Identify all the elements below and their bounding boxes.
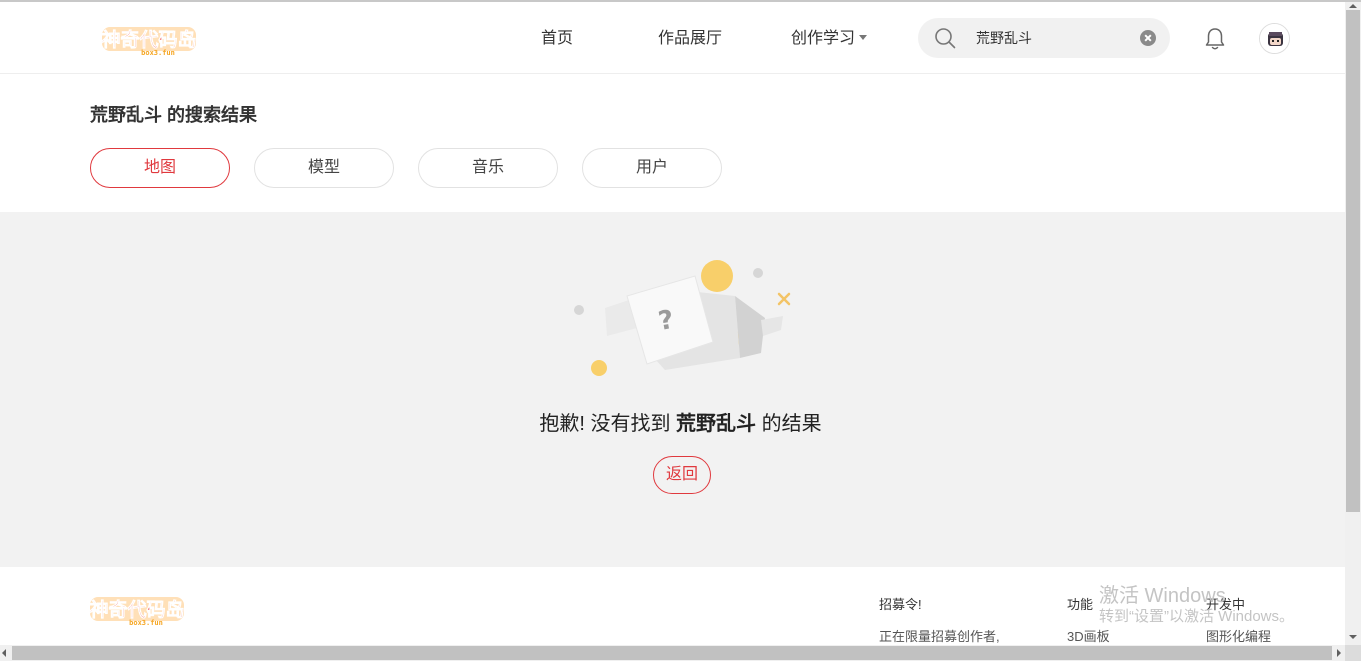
nav-home-label: 首页 [541, 30, 574, 47]
site-logo[interactable]: 神奇代码岛 box3.fun [100, 22, 200, 58]
horizontal-scroll-thumb[interactable] [12, 646, 1332, 660]
footer-recruit-title: 招募令! [879, 597, 922, 612]
footer-dev-item[interactable]: 图形化编程 [1206, 626, 1271, 645]
avatar-image [1260, 24, 1289, 53]
scroll-down-arrow-icon[interactable] [1349, 635, 1357, 639]
caret-down-icon [859, 35, 868, 40]
back-button[interactable]: 返回 [653, 456, 711, 494]
logo-sub: box3.fun [141, 49, 175, 57]
tab-users[interactable]: 用户 [582, 148, 722, 188]
top-header: 神奇代码岛 box3.fun 首页 作品展厅 创作学习 [0, 2, 1345, 74]
empty-box-illustration: ? [574, 260, 791, 376]
vertical-scrollbar[interactable] [1345, 2, 1361, 645]
nav-learn-label: 创作学习 [791, 30, 856, 47]
footer-logo-sub: box3.fun [129, 619, 163, 627]
footer-recruit-text[interactable]: 正在限量招募创作者, [879, 626, 1000, 645]
logo-text: 神奇代码岛 [101, 28, 196, 51]
footer-features-title: 功能 [1067, 597, 1094, 612]
empty-state: ? 抱歉! 没有找到 荒野乱斗 的结果 返回 [0, 212, 1345, 567]
vertical-scroll-thumb[interactable] [1346, 10, 1360, 512]
notification-bell-icon[interactable] [1203, 26, 1227, 52]
empty-message: 抱歉! 没有找到 荒野乱斗 的结果 [0, 407, 1361, 436]
footer-logo-text: 神奇代码岛 [89, 598, 184, 621]
windows-watermark-text: 转到“设置”以激活 Windows。 [1099, 608, 1295, 625]
nav-home[interactable]: 首页 [541, 24, 573, 48]
scrollbar-corner [1345, 645, 1361, 661]
user-avatar[interactable] [1259, 23, 1290, 54]
result-title-suffix: 的搜索结果 [162, 105, 258, 125]
horizontal-scrollbar[interactable] [0, 645, 1345, 661]
scroll-left-arrow-icon[interactable] [2, 649, 6, 657]
tab-music[interactable]: 音乐 [418, 148, 558, 188]
search-box[interactable] [918, 18, 1170, 58]
empty-msg-suffix: 的结果 [756, 413, 822, 435]
windows-watermark-title: 激活 Windows [1099, 585, 1226, 607]
search-result-title: 荒野乱斗 的搜索结果 [90, 101, 257, 127]
clear-search-icon[interactable] [1140, 30, 1156, 46]
empty-msg-prefix: 抱歉! 没有找到 [539, 413, 677, 435]
search-input[interactable] [976, 26, 1126, 50]
empty-msg-keyword: 荒野乱斗 [676, 413, 757, 435]
tab-maps[interactable]: 地图 [90, 148, 230, 188]
search-icon[interactable] [934, 27, 956, 49]
scroll-right-arrow-icon[interactable] [1337, 649, 1341, 657]
tab-models[interactable]: 模型 [254, 148, 394, 188]
result-keyword: 荒野乱斗 [90, 105, 162, 125]
nav-gallery-label: 作品展厅 [658, 30, 723, 47]
scroll-up-arrow-icon[interactable] [1349, 4, 1357, 8]
footer-features-item[interactable]: 3D画板 [1067, 626, 1110, 645]
nav-gallery[interactable]: 作品展厅 [658, 24, 722, 48]
nav-learn[interactable]: 创作学习 [791, 24, 868, 48]
footer-logo[interactable]: 神奇代码岛 box3.fun [88, 593, 188, 627]
